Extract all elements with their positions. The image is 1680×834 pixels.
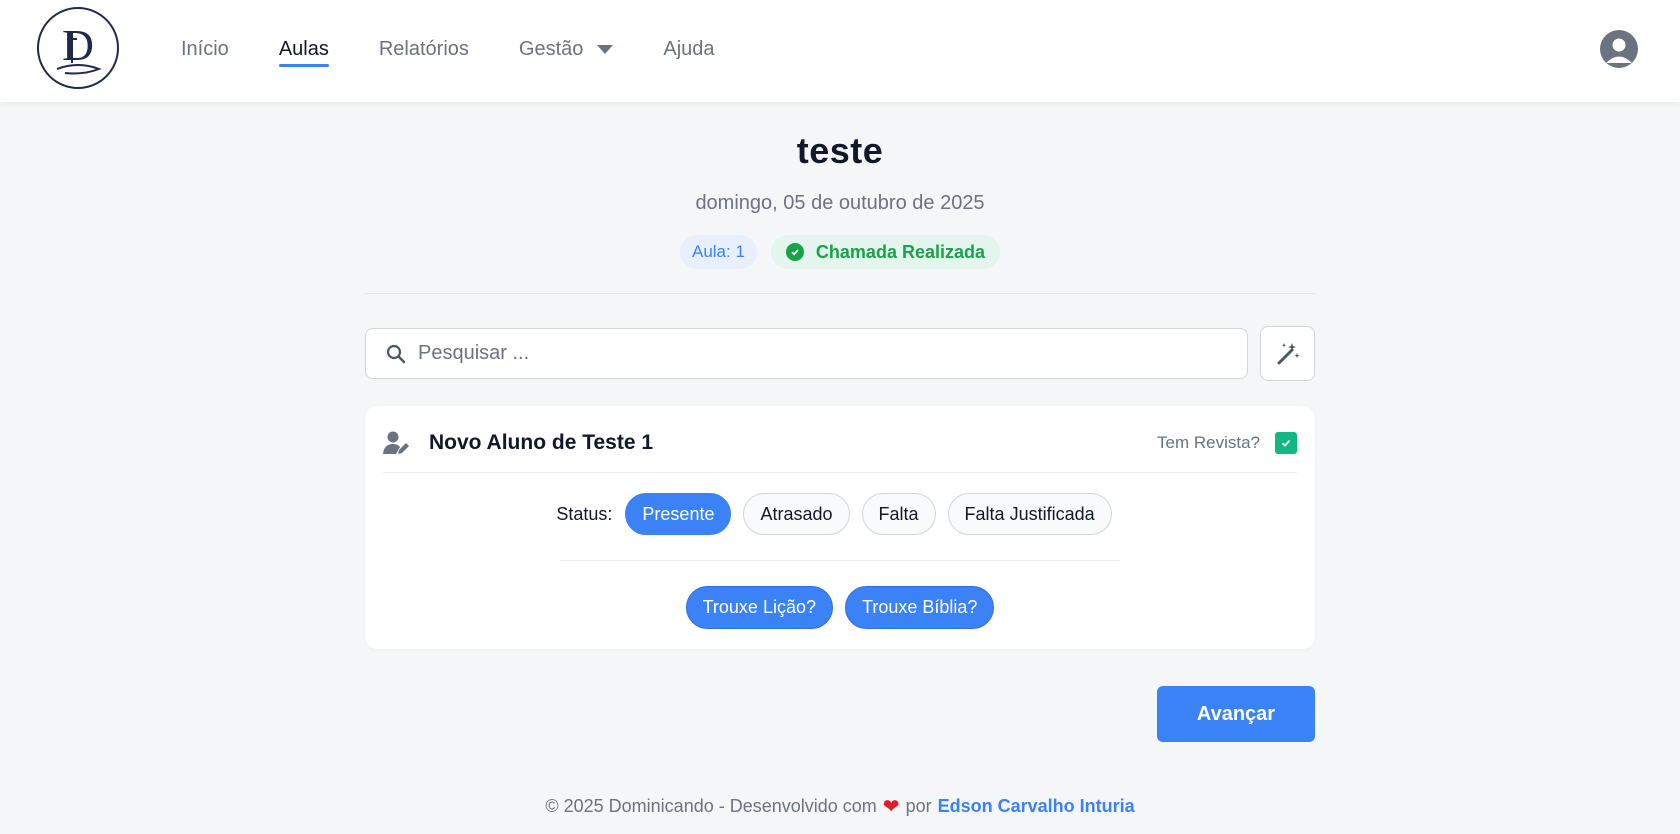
student-name: Novo Aluno de Teste 1 — [429, 431, 654, 454]
avancar-button[interactable]: Avançar — [1157, 686, 1315, 742]
user-circle-icon[interactable] — [1600, 30, 1638, 68]
lesson-date: domingo, 05 de outubro de 2025 — [695, 192, 985, 214]
chamada-badge: Chamada Realizada — [770, 235, 1000, 269]
main-nav: Início Aulas Relatórios Gestão Ajuda — [181, 0, 765, 98]
lesson-title: teste — [796, 130, 884, 171]
divider — [383, 472, 1297, 473]
status-presente-button[interactable]: Presente — [625, 493, 732, 535]
nav-inicio[interactable]: Início — [181, 29, 229, 69]
nav-gestao[interactable]: Gestão — [518, 29, 614, 69]
lesson-badges: Aula: 1 Chamada Realizada — [0, 235, 1680, 269]
status-falta-button[interactable]: Falta — [861, 493, 936, 535]
aula-badge: Aula: 1 — [679, 235, 757, 269]
logo-icon: D — [56, 21, 102, 75]
nav-relatorios[interactable]: Relatórios — [379, 29, 469, 69]
check-circle-icon — [785, 243, 804, 261]
user-edit-icon — [383, 431, 409, 454]
divider — [560, 560, 1120, 561]
nav-ajuda-label: Ajuda — [663, 37, 715, 60]
footer-por: por — [905, 796, 932, 816]
nav-gestao-label: Gestão — [518, 37, 584, 60]
app-logo[interactable]: D — [37, 7, 119, 89]
nav-inicio-label: Início — [181, 37, 229, 60]
trouxe-biblia-button[interactable]: Trouxe Bíblia? — [845, 586, 995, 629]
author-link[interactable]: Edson Carvalho Inturia — [938, 796, 1135, 817]
magic-wand-button[interactable] — [1260, 326, 1315, 381]
footer: © 2025 Dominicando - Desenvolvido com ❤ … — [0, 794, 1680, 819]
status-falta-justificada-button[interactable]: Falta Justificada — [947, 493, 1112, 535]
footer-copyright: © 2025 Dominicando - Desenvolvido com — [545, 796, 877, 816]
trouxe-licao-button[interactable]: Trouxe Lição? — [685, 586, 833, 629]
revista-label: Tem Revista? — [1157, 433, 1260, 452]
student-card: Novo Aluno de Teste 1 Tem Revista? Statu… — [365, 406, 1315, 649]
status-row: Status: Presente Atrasado Falta Falta Ju… — [365, 493, 1315, 535]
svg-text:D: D — [62, 21, 94, 70]
revista-toggle: Tem Revista? — [1157, 432, 1297, 454]
nav-aulas-label: Aulas — [278, 37, 329, 60]
nav-ajuda[interactable]: Ajuda — [663, 29, 714, 69]
search-box — [365, 328, 1248, 379]
chevron-down-icon — [597, 44, 614, 54]
search-input[interactable] — [418, 342, 1218, 365]
status-label: Status: — [556, 503, 613, 524]
nav-relatorios-label: Relatórios — [378, 37, 469, 60]
divider — [365, 293, 1315, 294]
user-silhouette — [1606, 38, 1632, 63]
heart-icon: ❤ — [882, 796, 900, 818]
extras-row: Trouxe Lição? Trouxe Bíblia? — [365, 586, 1315, 629]
status-atrasado-button[interactable]: Atrasado — [743, 493, 850, 535]
checkmark-icon — [1281, 439, 1291, 447]
student-header: Novo Aluno de Teste 1 Tem Revista? — [383, 426, 1297, 460]
top-navbar: D Início Aulas Relatórios Gestão Ajuda — [0, 0, 1680, 102]
search-icon — [386, 344, 406, 363]
revista-checkbox[interactable] — [1275, 432, 1297, 454]
nav-aulas[interactable]: Aulas — [278, 29, 329, 69]
magic-wand-icon — [1277, 342, 1299, 364]
chamada-badge-label: Chamada Realizada — [815, 241, 985, 262]
